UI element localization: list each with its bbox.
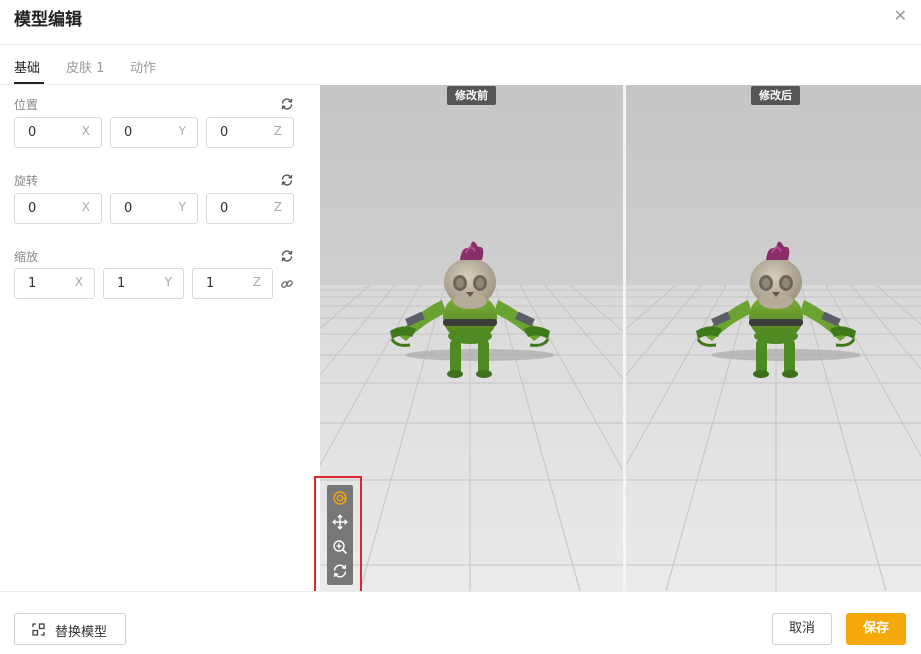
before-view[interactable] bbox=[320, 85, 623, 591]
replace-icon bbox=[32, 623, 45, 636]
active-tab-indicator bbox=[14, 82, 44, 84]
dialog-footer: 替换模型 取消 保存 bbox=[0, 591, 921, 654]
rotation-x-input[interactable]: 0 X bbox=[14, 193, 102, 224]
rotate-icon[interactable] bbox=[332, 563, 348, 579]
lock-ratio-link-icon[interactable] bbox=[280, 277, 294, 291]
dialog-header: 模型编辑 ✕ bbox=[0, 0, 921, 45]
replace-model-button[interactable]: 替换模型 bbox=[14, 613, 126, 645]
focus-icon[interactable] bbox=[332, 490, 348, 506]
scale-x-input[interactable]: 1 X bbox=[14, 268, 95, 299]
tab-bar: 基础 皮肤 1 动作 bbox=[0, 45, 320, 85]
tab-basic[interactable]: 基础 bbox=[14, 57, 40, 76]
cancel-button[interactable]: 取消 bbox=[772, 613, 832, 645]
scale-y-input[interactable]: 1 Y bbox=[103, 268, 184, 299]
scale-z-input[interactable]: 1 Z bbox=[192, 268, 273, 299]
dialog-title: 模型编辑 bbox=[14, 10, 82, 30]
rotation-label: 旋转 bbox=[14, 174, 39, 188]
after-label: 修改后 bbox=[751, 86, 800, 105]
reset-scale-icon[interactable] bbox=[280, 249, 294, 263]
model-viewport[interactable]: 修改前 修改后 bbox=[320, 85, 921, 591]
replace-model-label: 替换模型 bbox=[55, 625, 108, 640]
rotation-z-input[interactable]: 0 Z bbox=[206, 193, 294, 224]
reset-position-icon[interactable] bbox=[280, 97, 294, 111]
scale-label: 缩放 bbox=[14, 250, 39, 264]
position-y-input[interactable]: 0 Y bbox=[110, 117, 198, 148]
before-label: 修改前 bbox=[447, 86, 496, 105]
after-view[interactable] bbox=[626, 85, 921, 591]
tab-animation[interactable]: 动作 bbox=[130, 57, 156, 76]
save-button[interactable]: 保存 bbox=[846, 613, 906, 645]
reset-rotation-icon[interactable] bbox=[280, 173, 294, 187]
tab-skin-1[interactable]: 皮肤 1 bbox=[66, 57, 104, 76]
transform-panel: 位置 0 X 0 Y 0 Z 旋转 0 X 0 Y 0 Z 缩放 1 X 1 Y… bbox=[0, 86, 320, 591]
viewport-toolbar bbox=[327, 485, 353, 585]
rotation-y-input[interactable]: 0 Y bbox=[110, 193, 198, 224]
zoom-in-icon[interactable] bbox=[332, 539, 348, 555]
position-x-input[interactable]: 0 X bbox=[14, 117, 102, 148]
position-label: 位置 bbox=[14, 98, 39, 112]
close-icon[interactable]: ✕ bbox=[894, 6, 907, 25]
position-z-input[interactable]: 0 Z bbox=[206, 117, 294, 148]
move-icon[interactable] bbox=[332, 514, 348, 530]
